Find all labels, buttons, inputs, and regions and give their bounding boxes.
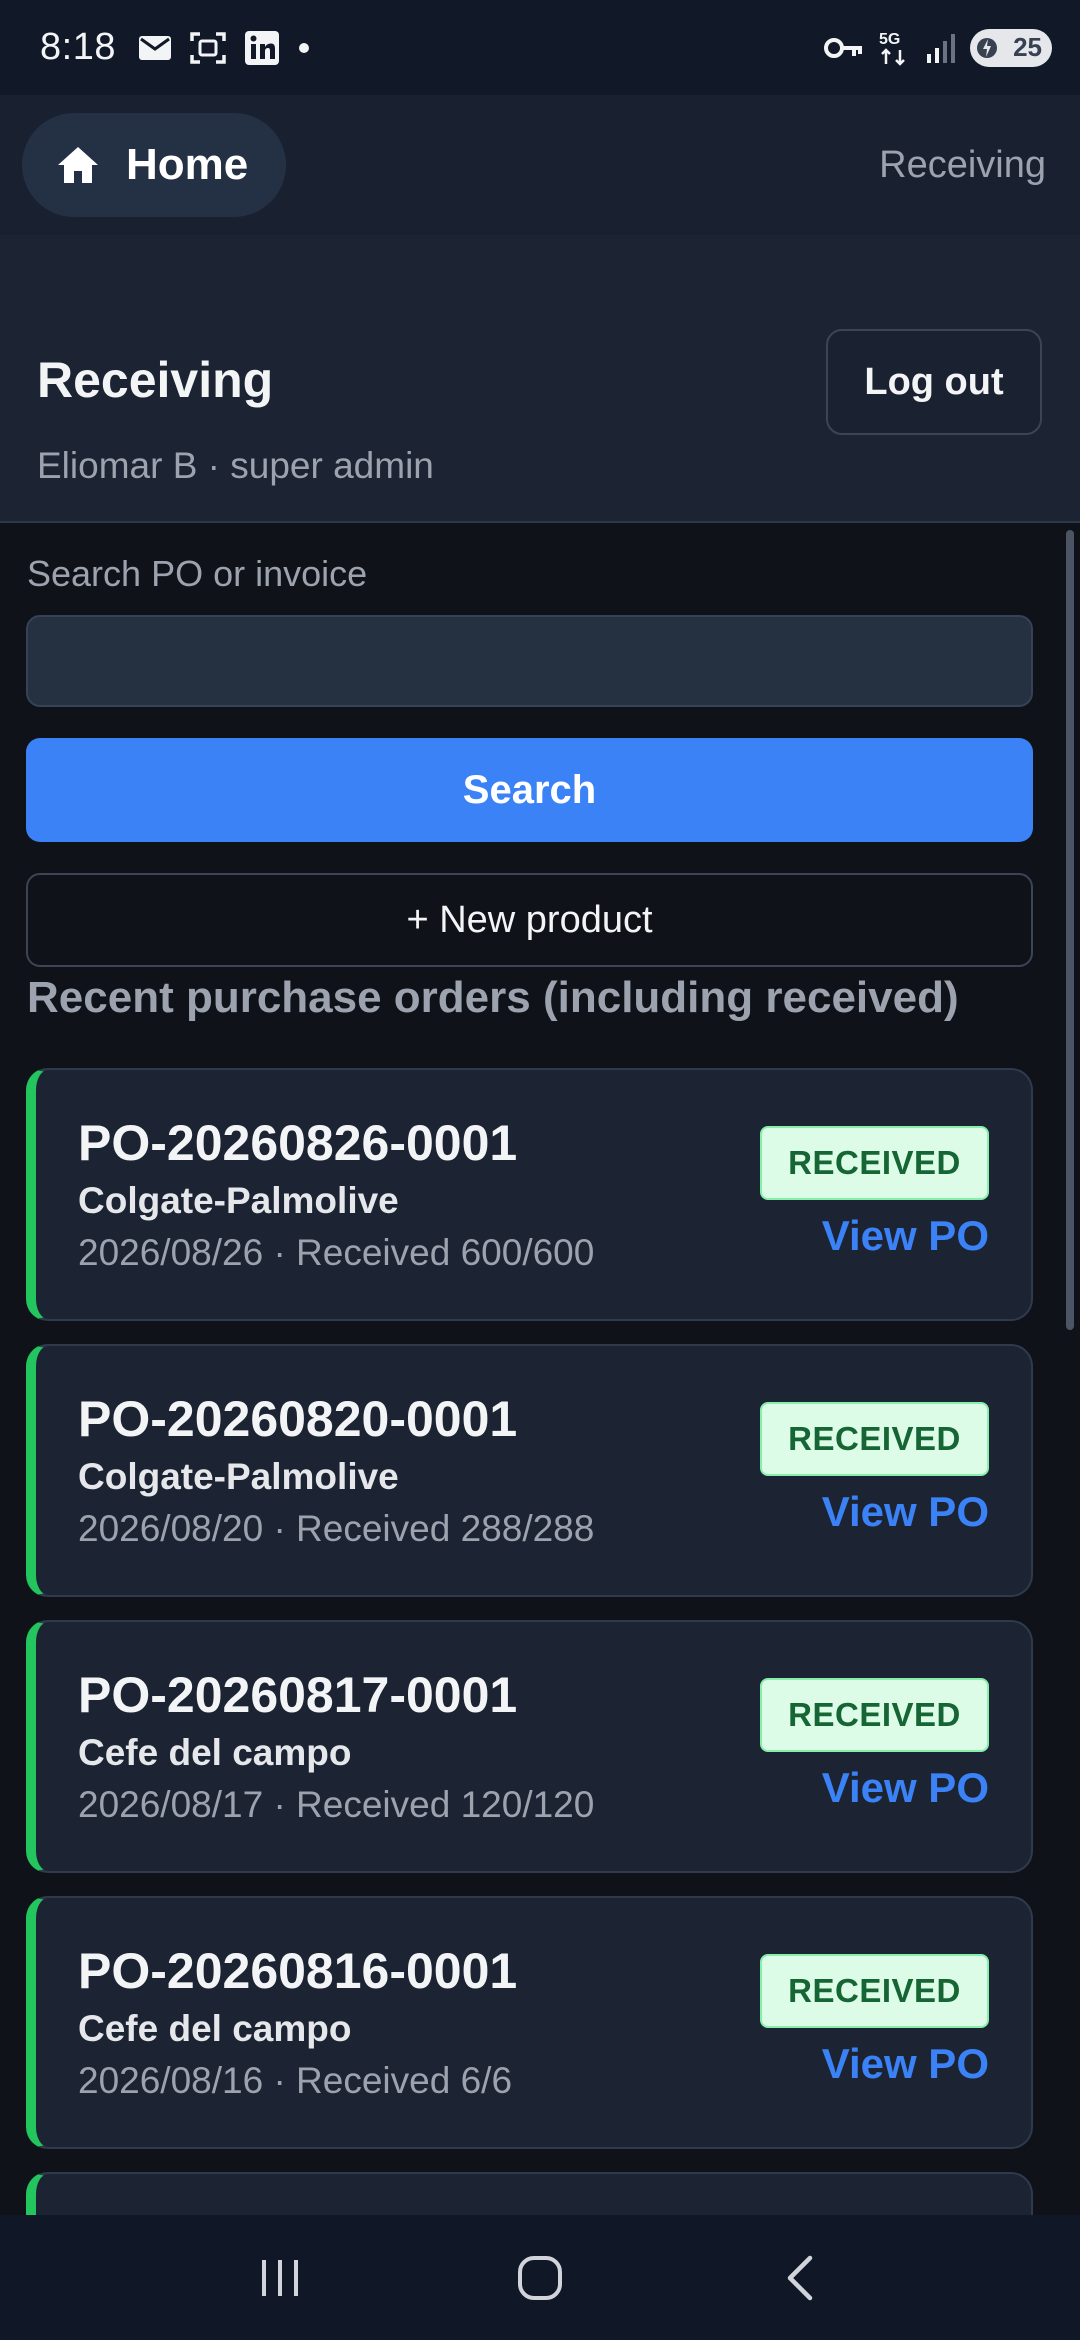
battery-saver-icon	[977, 37, 997, 58]
main-content: Search PO or invoice Search + New produc…	[0, 525, 1080, 2215]
page-header: Receiving Eliomar B · super admin Log ou…	[0, 235, 1080, 523]
app-screen: 8:18 5G 25 Home Receiving Receiving Elio…	[0, 0, 1080, 2340]
po-card[interactable]: PO-20260817-0001 Cefe del campo 2026/08/…	[26, 1620, 1033, 1873]
view-po-link[interactable]: View PO	[822, 1764, 989, 1812]
vpn-key-icon	[824, 37, 862, 58]
notification-icons	[138, 30, 310, 66]
home-icon	[58, 147, 98, 183]
screenshot-icon	[190, 31, 226, 64]
search-label: Search PO or invoice	[27, 553, 368, 594]
po-card[interactable]: PO-20260820-0001 Colgate-Palmolive 2026/…	[26, 1344, 1033, 1597]
po-vendor: Cefe del campo	[78, 2008, 352, 2049]
search-button[interactable]: Search	[26, 738, 1033, 842]
status-time: 8:18	[40, 26, 116, 68]
view-po-link[interactable]: View PO	[822, 2040, 989, 2088]
po-vendor: Colgate-Palmolive	[78, 1180, 399, 1221]
search-input[interactable]	[26, 615, 1033, 707]
po-number: PO-20260816-0001	[78, 1943, 518, 1999]
user-info: Eliomar B · super admin	[37, 445, 434, 486]
back-icon	[787, 2255, 813, 2300]
po-card[interactable]: PO-20260826-0001 Colgate-Palmolive 2026/…	[26, 1068, 1033, 1321]
nav-current-page: Receiving	[879, 143, 1046, 186]
po-meta: 2026/08/16 · Received 6/6	[78, 2060, 513, 2101]
status-bar: 8:18 5G 25	[0, 0, 1080, 95]
home-button[interactable]: Home	[22, 113, 287, 217]
dot-icon	[298, 42, 309, 53]
scrollbar[interactable]	[1066, 530, 1074, 1330]
view-po-link[interactable]: View PO	[822, 1212, 989, 1260]
status-badge: RECEIVED	[760, 1126, 989, 1200]
battery-indicator: 25	[970, 28, 1052, 67]
recents-icon	[262, 2259, 298, 2296]
back-button[interactable]	[740, 2233, 860, 2323]
status-badge: RECEIVED	[760, 1402, 989, 1476]
po-number: PO-20260826-0001	[78, 1115, 518, 1171]
po-vendor: Cefe del campo	[78, 1732, 352, 1773]
po-number: PO-20260817-0001	[78, 1667, 518, 1723]
section-title: Recent purchase orders (including receiv…	[27, 973, 959, 1022]
po-meta: 2026/08/20 · Received 288/288	[78, 1508, 595, 1549]
signal-icon	[927, 33, 955, 63]
5g-icon: 5G	[879, 31, 905, 66]
linkedin-icon	[244, 30, 279, 65]
po-meta: 2026/08/17 · Received 120/120	[78, 1784, 595, 1825]
po-number: PO-20260820-0001	[78, 1391, 518, 1447]
status-badge: RECEIVED	[760, 1954, 989, 2028]
po-card-partial[interactable]	[26, 2172, 1033, 2215]
top-nav: Home Receiving	[0, 95, 1080, 235]
home-nav-button[interactable]	[480, 2233, 600, 2323]
svg-text:5G: 5G	[879, 31, 900, 48]
home-circle-icon	[518, 2255, 562, 2300]
status-badge: RECEIVED	[760, 1678, 989, 1752]
po-meta: 2026/08/26 · Received 600/600	[78, 1232, 595, 1273]
mail-icon	[138, 35, 171, 60]
page-title: Receiving	[37, 352, 274, 408]
po-card[interactable]: PO-20260816-0001 Cefe del campo 2026/08/…	[26, 1896, 1033, 2149]
home-label: Home	[126, 140, 249, 189]
recents-button[interactable]	[220, 2233, 340, 2323]
new-product-button[interactable]: + New product	[26, 873, 1033, 967]
po-vendor: Colgate-Palmolive	[78, 1456, 399, 1497]
system-status-icons: 5G 25	[824, 28, 1052, 68]
system-navigation-bar	[0, 2215, 1080, 2340]
view-po-link[interactable]: View PO	[822, 1488, 989, 1536]
logout-button[interactable]: Log out	[826, 329, 1042, 435]
battery-level: 25	[1013, 32, 1042, 62]
